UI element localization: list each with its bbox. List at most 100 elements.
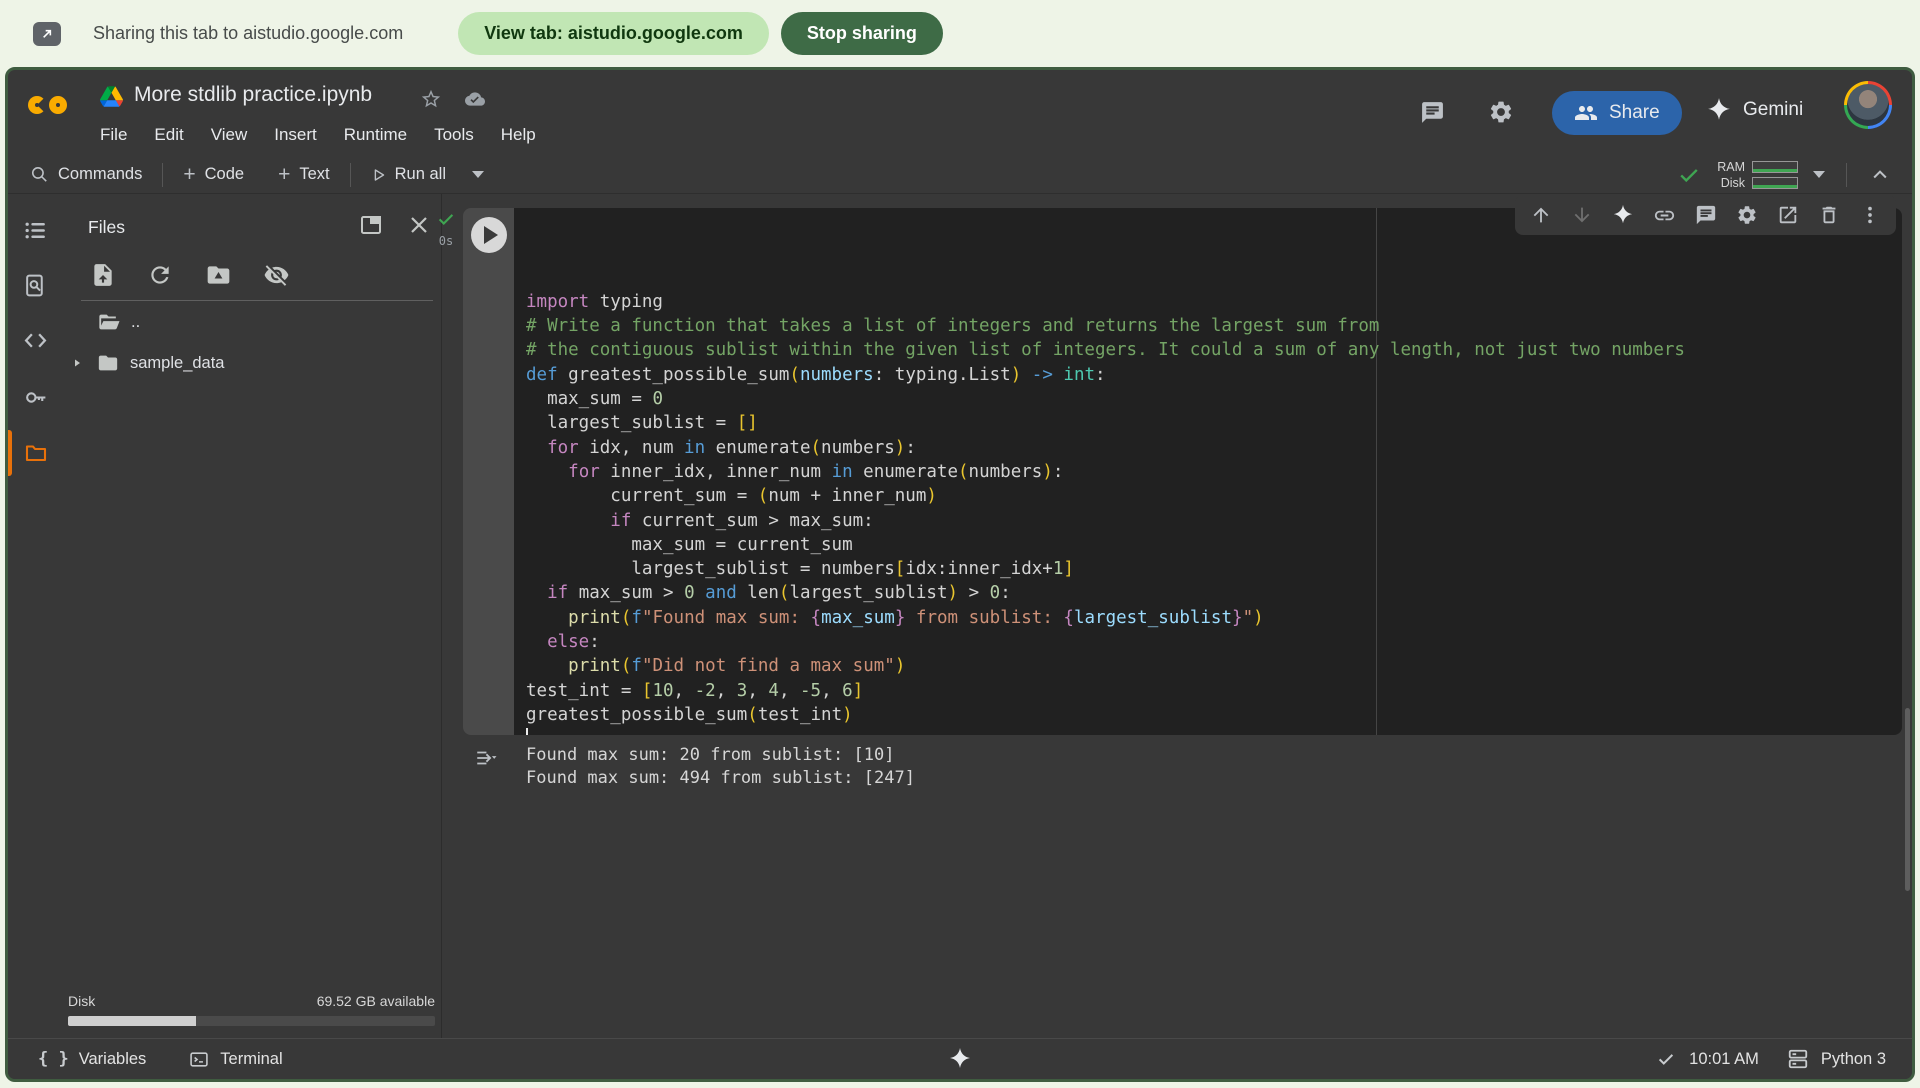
move-cell-down-icon[interactable]	[1571, 204, 1593, 226]
colab-logo[interactable]	[28, 96, 80, 128]
code-line[interactable]: max_sum = 0	[526, 387, 1902, 411]
add-text-button[interactable]: + Text	[278, 163, 330, 187]
table-of-contents-icon[interactable]	[23, 218, 48, 248]
notebook-title[interactable]: More stdlib practice.ipynb	[134, 83, 372, 107]
code-line[interactable]: largest_sublist = []	[526, 411, 1902, 435]
cell-output: Found max sum: 20 from sublist: [10]Foun…	[463, 744, 1902, 789]
delete-cell-icon[interactable]	[1818, 204, 1840, 226]
code-line[interactable]	[526, 727, 1902, 735]
disk-usage-fill	[68, 1016, 196, 1026]
menu-bar: File Edit View Insert Runtime Tools Help	[100, 125, 536, 145]
files-panel-title: Files	[88, 217, 125, 238]
menu-view[interactable]: View	[211, 125, 248, 145]
move-cell-up-icon[interactable]	[1530, 204, 1552, 226]
connected-check-icon	[1676, 164, 1702, 186]
code-line[interactable]: import typing	[526, 290, 1902, 314]
resources-dropdown-icon[interactable]	[1813, 171, 1825, 178]
code-line[interactable]: for idx, num in enumerate(numbers):	[526, 436, 1902, 460]
menu-help[interactable]: Help	[501, 125, 536, 145]
menu-edit[interactable]: Edit	[154, 125, 183, 145]
expand-caret-icon[interactable]	[71, 357, 83, 369]
code-snippets-icon[interactable]	[23, 328, 48, 358]
output-line: Found max sum: 20 from sublist: [10]	[526, 744, 915, 767]
code-line[interactable]: largest_sublist = numbers[idx:inner_idx+…	[526, 557, 1902, 581]
run-all-button[interactable]: Run all	[371, 165, 446, 184]
upload-file-icon[interactable]	[90, 262, 116, 293]
code-line[interactable]: for inner_idx, inner_num in enumerate(nu…	[526, 460, 1902, 484]
tree-item-sample-data[interactable]: sample_data	[63, 344, 435, 382]
share-button[interactable]: Share	[1552, 91, 1682, 135]
colab-logo-ring-left	[28, 96, 46, 114]
code-line[interactable]: else:	[526, 630, 1902, 654]
stop-sharing-button[interactable]: Stop sharing	[781, 12, 943, 55]
toolbar-divider	[1846, 163, 1847, 187]
files-folder-icon[interactable]	[23, 441, 49, 470]
collapse-chevron-up-icon[interactable]	[1868, 165, 1892, 185]
run-all-dropdown-icon[interactable]	[472, 171, 484, 178]
account-avatar[interactable]	[1844, 81, 1892, 129]
open-in-tab-icon[interactable]	[359, 213, 383, 242]
gemini-spark-button[interactable]	[948, 1047, 972, 1071]
ram-label: RAM	[1717, 160, 1745, 174]
mirror-cell-in-tab-icon[interactable]	[1777, 204, 1799, 226]
commands-label: Commands	[58, 165, 142, 184]
refresh-icon[interactable]	[147, 262, 173, 293]
files-panel: Files ..	[63, 194, 441, 1038]
comments-icon[interactable]	[1420, 100, 1445, 130]
notebook-area: 0s import typing# Write a function that …	[443, 194, 1912, 1038]
code-line[interactable]: current_sum = (num + inner_num)	[526, 484, 1902, 508]
menu-tools[interactable]: Tools	[434, 125, 474, 145]
menu-runtime[interactable]: Runtime	[344, 125, 407, 145]
menu-insert[interactable]: Insert	[274, 125, 317, 145]
gemini-button[interactable]: Gemini	[1706, 97, 1803, 123]
run-cell-button[interactable]	[471, 217, 507, 253]
view-tab-button[interactable]: View tab: aistudio.google.com	[458, 12, 769, 55]
hide-hidden-files-icon[interactable]	[263, 262, 290, 293]
close-panel-icon[interactable]	[407, 213, 431, 242]
code-line[interactable]: if max_sum > 0 and len(largest_sublist) …	[526, 581, 1902, 605]
output-text: Found max sum: 20 from sublist: [10]Foun…	[514, 744, 915, 789]
header: More stdlib practice.ipynb File Edit View I…	[8, 70, 1912, 156]
tree-item-label: ..	[131, 313, 140, 332]
commands-button[interactable]: Commands	[30, 165, 142, 184]
settings-gear-icon[interactable]	[1488, 99, 1514, 130]
terminal-button[interactable]: Terminal	[188, 1050, 282, 1069]
folder-icon	[96, 352, 120, 374]
add-comment-icon[interactable]	[1695, 204, 1717, 226]
variables-label: Variables	[79, 1050, 147, 1069]
code-line[interactable]: greatest_possible_sum(test_int)	[526, 703, 1902, 727]
gemini-cell-icon[interactable]	[1612, 204, 1634, 226]
code-line[interactable]: print(f"Found max sum: {max_sum} from su…	[526, 606, 1902, 630]
variables-button[interactable]: { } Variables	[38, 1049, 146, 1069]
folder-open-icon	[96, 311, 121, 333]
code-editor[interactable]: import typing# Write a function that tak…	[514, 208, 1902, 735]
add-code-button[interactable]: + Code	[183, 163, 244, 187]
code-line[interactable]: print(f"Did not find a max sum")	[526, 654, 1902, 678]
menu-file[interactable]: File	[100, 125, 127, 145]
resource-gauges[interactable]: RAM Disk	[1717, 160, 1798, 190]
code-line[interactable]: test_int = [10, -2, 3, 4, -5, 6]	[526, 679, 1902, 703]
last-saved-time: 10:01 AM	[1689, 1050, 1759, 1069]
active-panel-indicator	[8, 430, 12, 476]
runtime-kernel-icon	[1787, 1048, 1809, 1070]
cell-output-icon[interactable]	[473, 747, 498, 769]
mount-drive-icon[interactable]	[205, 262, 232, 293]
code-line[interactable]: max_sum = current_sum	[526, 533, 1902, 557]
star-icon[interactable]	[420, 88, 442, 115]
execution-time: 0s	[429, 234, 463, 248]
code-line[interactable]: # the contiguous sublist within the give…	[526, 338, 1902, 362]
code-line[interactable]: # Write a function that takes a list of …	[526, 314, 1902, 338]
terminal-icon	[188, 1050, 210, 1069]
cell-settings-gear-icon[interactable]	[1736, 204, 1758, 226]
code-line[interactable]: def greatest_possible_sum(numbers: typin…	[526, 363, 1902, 387]
more-cell-actions-icon[interactable]	[1859, 204, 1881, 226]
cloud-saved-icon	[463, 89, 487, 114]
cell-gutter	[463, 208, 514, 735]
copy-link-icon[interactable]	[1653, 204, 1676, 227]
find-replace-icon[interactable]	[23, 273, 48, 303]
tree-item-parent-dir[interactable]: ..	[63, 303, 435, 341]
vertical-scrollbar[interactable]	[1905, 708, 1910, 891]
secrets-key-icon[interactable]	[23, 385, 49, 415]
code-line[interactable]: if current_sum > max_sum:	[526, 509, 1902, 533]
execution-success-check-icon	[435, 210, 457, 228]
